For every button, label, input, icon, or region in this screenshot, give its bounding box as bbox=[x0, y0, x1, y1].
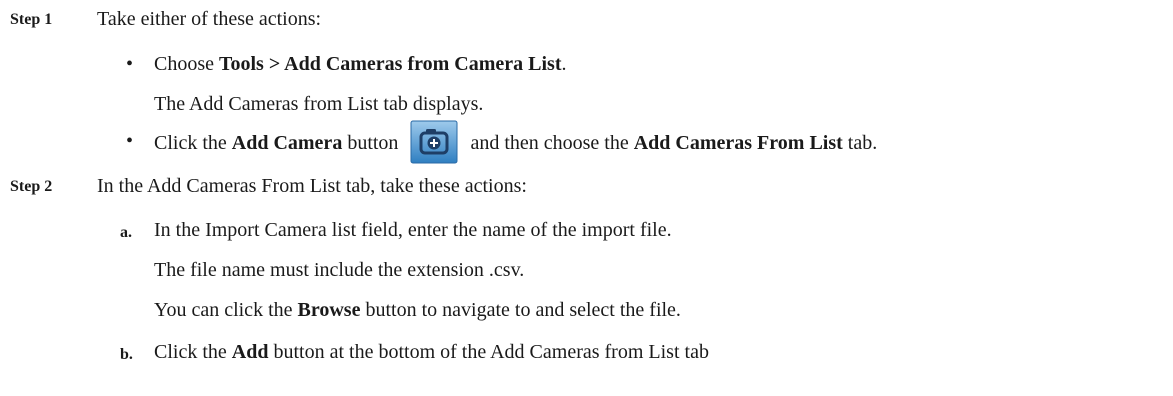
step-1-intro: Take either of these actions: bbox=[97, 8, 322, 30]
bullet-2-prefix: Click the bbox=[154, 132, 232, 154]
item-b-suffix: button at the bottom of the Add Cameras … bbox=[268, 341, 709, 363]
step-1-bullet-2: Click the Add Camera button and then cho… bbox=[154, 120, 878, 166]
add-camera-button-icon[interactable] bbox=[410, 120, 458, 164]
item-a-text: In the Import Camera list field, enter t… bbox=[154, 219, 672, 241]
bullet-2-middle: button bbox=[342, 132, 399, 154]
item-b-prefix: Click the bbox=[154, 341, 232, 363]
bullet-marker: • bbox=[126, 53, 134, 75]
add-cameras-from-list-tab-name: Add Cameras From List bbox=[633, 132, 843, 154]
bullet-1-suffix: . bbox=[561, 53, 567, 75]
note-2-prefix: You can click the bbox=[154, 299, 298, 321]
bullet-2-suffix: tab. bbox=[842, 132, 878, 154]
step-2-label: Step 2 bbox=[10, 178, 53, 195]
step-2-intro: In the Add Cameras From List tab, take t… bbox=[97, 175, 527, 197]
bullet-1-prefix: Choose bbox=[154, 53, 219, 75]
note-2-suffix: button to navigate to and select the fil… bbox=[360, 299, 681, 321]
menu-path-tools-add-cameras: Tools > Add Cameras from Camera List bbox=[219, 53, 562, 75]
item-a-marker: a. bbox=[120, 224, 132, 241]
item-b-text: Click the Add button at the bottom of th… bbox=[154, 340, 709, 364]
add-button-name: Add bbox=[231, 341, 269, 363]
bullet-marker: • bbox=[126, 130, 134, 152]
item-a-note-1: The file name must include the extension… bbox=[154, 259, 525, 281]
item-b-marker: b. bbox=[120, 346, 133, 363]
add-camera-button-name: Add Camera bbox=[231, 132, 343, 154]
step-1-bullet-1: Choose Tools > Add Cameras from Camera L… bbox=[154, 52, 567, 76]
camera-plus-icon bbox=[410, 120, 458, 164]
step-1-bullet-1-result: The Add Cameras from List tab displays. bbox=[154, 93, 484, 115]
step-1-label: Step 1 bbox=[10, 11, 53, 28]
item-a-note-2: You can click the Browse button to navig… bbox=[154, 298, 681, 322]
bullet-2-after-icon: and then choose the bbox=[470, 132, 634, 154]
browse-button-name: Browse bbox=[297, 299, 361, 321]
